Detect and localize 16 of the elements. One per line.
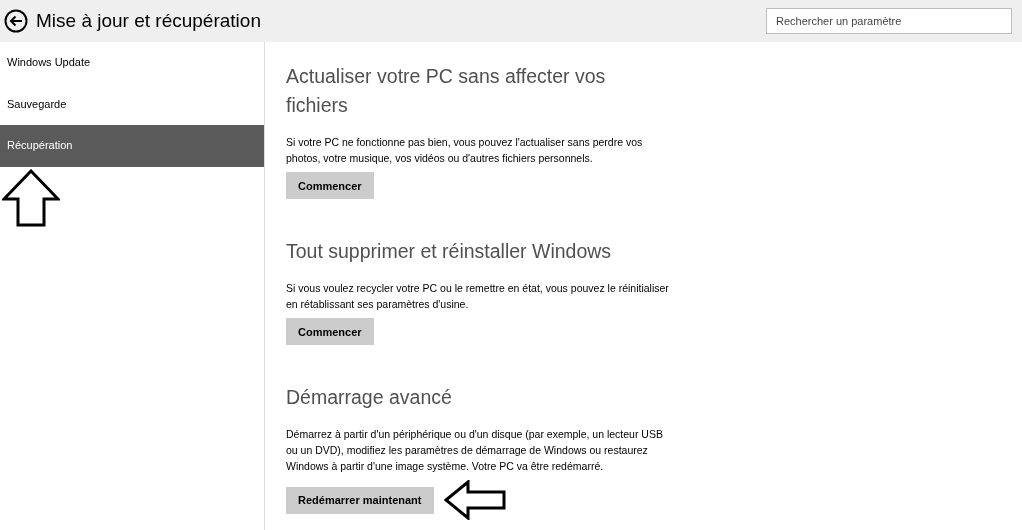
action-button[interactable]: Commencer bbox=[286, 318, 374, 345]
section-heading: Actualiser votre PC sans affecter vos fichiers bbox=[286, 64, 607, 118]
section-description: Si votre PC ne fonctionne pas bien, vous pouvez l'actualiser sans perdre vos photos, votre musique, vos vidéos ou d'autres fichiers personnels. bbox=[286, 135, 644, 166]
page-title: Mise à jour et récupération bbox=[36, 10, 262, 32]
back-icon[interactable] bbox=[4, 9, 28, 33]
section-description: Démarrez à partir d'un périphérique ou d'un disque (par exemple, un lecteur USB ou un DVD), modifiez les paramètres de démarrage de Windows ou restaurez Windows à partir d'une image système. Votre PC va être redémarré. bbox=[286, 427, 664, 474]
search-field[interactable]: Rechercher un paramètre bbox=[766, 8, 1012, 34]
action-button[interactable]: Redémarrer maintenant bbox=[286, 486, 434, 514]
section-heading: Démarrage avancé bbox=[286, 385, 453, 410]
sidebar-item[interactable]: Sauvegarde bbox=[0, 83, 264, 125]
sidebar-item[interactable]: Récupération bbox=[0, 125, 264, 167]
action-button[interactable]: Commencer bbox=[286, 172, 374, 199]
sidebar-item[interactable]: Windows Update bbox=[0, 42, 264, 84]
left-arrow-icon bbox=[443, 480, 506, 520]
section-description: Si vous voulez recycler votre PC ou le remettre en état, vous pouvez le réinitialiser en rétablissant ses paramètres d'usine. bbox=[286, 281, 670, 312]
section-heading: Tout supprimer et réinstaller Windows bbox=[286, 239, 613, 264]
